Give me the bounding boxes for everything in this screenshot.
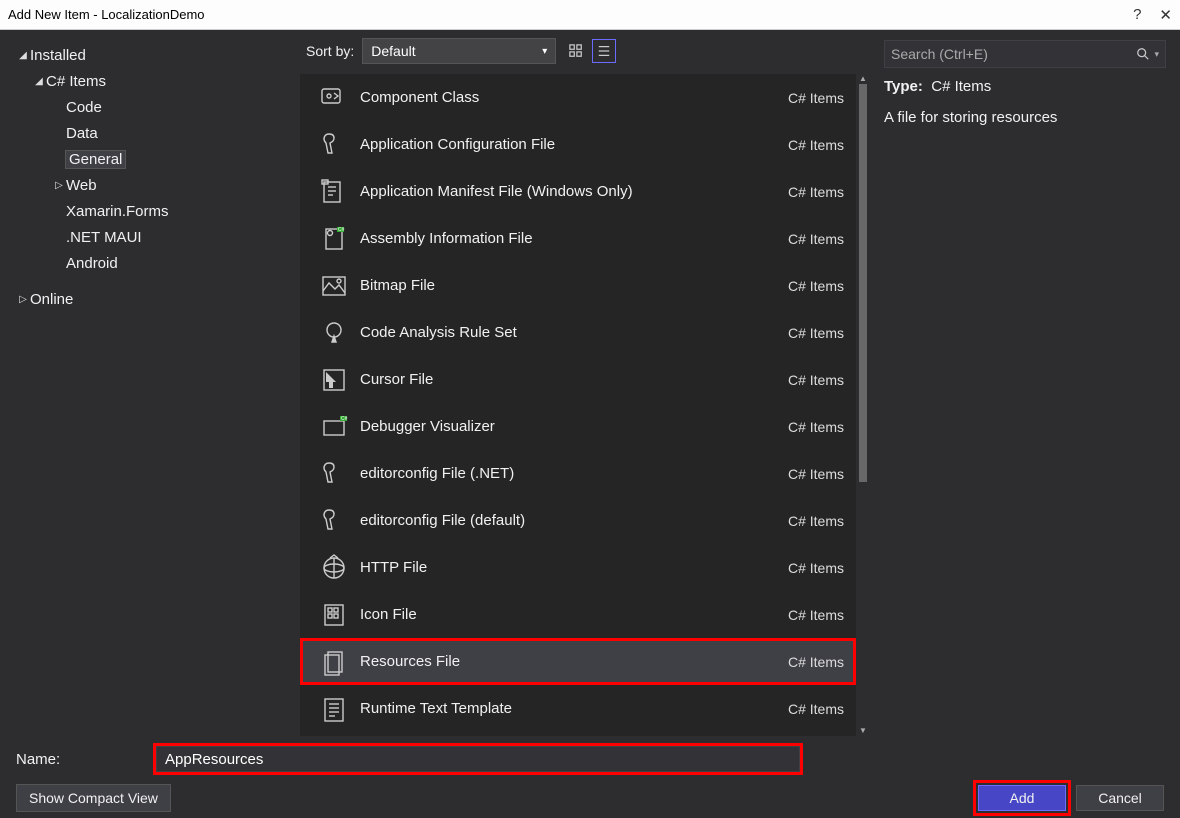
- tree-xamarin[interactable]: Xamarin.Forms: [10, 198, 290, 224]
- template-name: Cursor File: [356, 371, 788, 388]
- template-name: editorconfig File (default): [356, 512, 788, 529]
- template-icon: [312, 694, 356, 724]
- cancel-button[interactable]: Cancel: [1076, 785, 1164, 811]
- svg-text:C#: C#: [338, 227, 345, 233]
- template-name: Resources File: [356, 653, 788, 670]
- template-name: Component Class: [356, 89, 788, 106]
- template-icon: C#: [312, 224, 356, 254]
- template-row[interactable]: C# Assembly Information FileC# Items: [300, 215, 856, 262]
- template-row[interactable]: editorconfig File (default)C# Items: [300, 497, 856, 544]
- window-title: Add New Item - LocalizationDemo: [8, 7, 1133, 22]
- template-icon: [312, 647, 356, 677]
- template-name: Assembly Information File: [356, 230, 788, 247]
- template-icon: C#: [312, 412, 356, 442]
- template-category: C# Items: [788, 325, 844, 341]
- search-icon: [1136, 47, 1150, 61]
- template-icon: [312, 553, 356, 583]
- template-row[interactable]: Bitmap FileC# Items: [300, 262, 856, 309]
- template-category: C# Items: [788, 137, 844, 153]
- template-icon: [312, 318, 356, 348]
- template-row[interactable]: Resources FileC# Items: [300, 638, 856, 685]
- titlebar: Add New Item - LocalizationDemo ? ✕: [0, 0, 1180, 30]
- scroll-up-icon[interactable]: ▲: [856, 74, 870, 84]
- template-row[interactable]: C# Debugger VisualizerC# Items: [300, 403, 856, 450]
- template-name: Code Analysis Rule Set: [356, 324, 788, 341]
- tree-installed[interactable]: ◢Installed: [10, 42, 290, 68]
- tree-code[interactable]: Code: [10, 94, 290, 120]
- toolbar: Sort by: Default ▾: [300, 30, 870, 68]
- template-row[interactable]: Cursor FileC# Items: [300, 356, 856, 403]
- template-icon: [312, 506, 356, 536]
- category-tree: ◢Installed ◢C# Items Code Data General ▷…: [0, 30, 300, 736]
- chevron-down-icon[interactable]: ▾: [1154, 49, 1159, 60]
- template-row[interactable]: Code Analysis Rule SetC# Items: [300, 309, 856, 356]
- template-row[interactable]: Component ClassC# Items: [300, 74, 856, 121]
- template-icon: [312, 365, 356, 395]
- template-name: editorconfig File (.NET): [356, 465, 788, 482]
- template-category: C# Items: [788, 607, 844, 623]
- template-category: C# Items: [788, 231, 844, 247]
- sort-by-dropdown[interactable]: Default ▾: [362, 38, 556, 64]
- template-name: Debugger Visualizer: [356, 418, 788, 435]
- template-category: C# Items: [788, 466, 844, 482]
- template-row[interactable]: Application Configuration FileC# Items: [300, 121, 856, 168]
- template-category: C# Items: [788, 419, 844, 435]
- template-category: C# Items: [788, 701, 844, 717]
- scrollbar-thumb[interactable]: [859, 84, 867, 482]
- template-name: Icon File: [356, 606, 788, 623]
- show-compact-view-button[interactable]: Show Compact View: [16, 784, 171, 812]
- tree-data[interactable]: Data: [10, 120, 290, 146]
- template-category: C# Items: [788, 560, 844, 576]
- template-category: C# Items: [788, 278, 844, 294]
- template-row[interactable]: Icon FileC# Items: [300, 591, 856, 638]
- sort-by-label: Sort by:: [306, 43, 354, 59]
- template-icon: [312, 600, 356, 630]
- template-icon: [312, 83, 356, 113]
- template-name: Bitmap File: [356, 277, 788, 294]
- template-icon: [312, 271, 356, 301]
- template-category: C# Items: [788, 513, 844, 529]
- template-name: Application Manifest File (Windows Only): [356, 183, 788, 200]
- tree-android[interactable]: Android: [10, 250, 290, 276]
- tree-online[interactable]: ▷Online: [10, 286, 290, 312]
- template-icon: [312, 459, 356, 489]
- template-list: Component ClassC# ItemsApplication Confi…: [300, 74, 856, 736]
- template-name: Runtime Text Template: [356, 700, 788, 717]
- template-name: HTTP File: [356, 559, 788, 576]
- item-details: Type: C# Items A file for storing resour…: [884, 78, 1166, 126]
- tree-general[interactable]: General: [10, 146, 290, 172]
- template-row[interactable]: editorconfig File (.NET)C# Items: [300, 450, 856, 497]
- chevron-down-icon: ▾: [542, 46, 547, 57]
- close-icon[interactable]: ✕: [1159, 6, 1172, 24]
- tree-maui[interactable]: .NET MAUI: [10, 224, 290, 250]
- svg-text:C#: C#: [341, 416, 348, 422]
- add-button[interactable]: Add: [978, 785, 1066, 811]
- template-category: C# Items: [788, 90, 844, 106]
- scroll-down-icon[interactable]: ▼: [856, 726, 870, 736]
- tree-csharp-items[interactable]: ◢C# Items: [10, 68, 290, 94]
- search-input[interactable]: Search (Ctrl+E) ▾: [884, 40, 1166, 68]
- template-name: Application Configuration File: [356, 136, 788, 153]
- template-category: C# Items: [788, 184, 844, 200]
- view-grid-button[interactable]: [564, 39, 588, 63]
- template-category: C# Items: [788, 654, 844, 670]
- template-icon: [312, 130, 356, 160]
- scrollbar[interactable]: ▲ ▼: [856, 74, 870, 736]
- template-category: C# Items: [788, 372, 844, 388]
- view-list-button[interactable]: [592, 39, 616, 63]
- name-input[interactable]: [156, 746, 800, 772]
- template-row[interactable]: Runtime Text TemplateC# Items: [300, 685, 856, 732]
- tree-web[interactable]: ▷Web: [10, 172, 290, 198]
- template-icon: [312, 177, 356, 207]
- help-button[interactable]: ?: [1133, 6, 1141, 24]
- template-row[interactable]: Application Manifest File (Windows Only)…: [300, 168, 856, 215]
- name-label: Name:: [16, 751, 136, 768]
- template-row[interactable]: HTTP FileC# Items: [300, 544, 856, 591]
